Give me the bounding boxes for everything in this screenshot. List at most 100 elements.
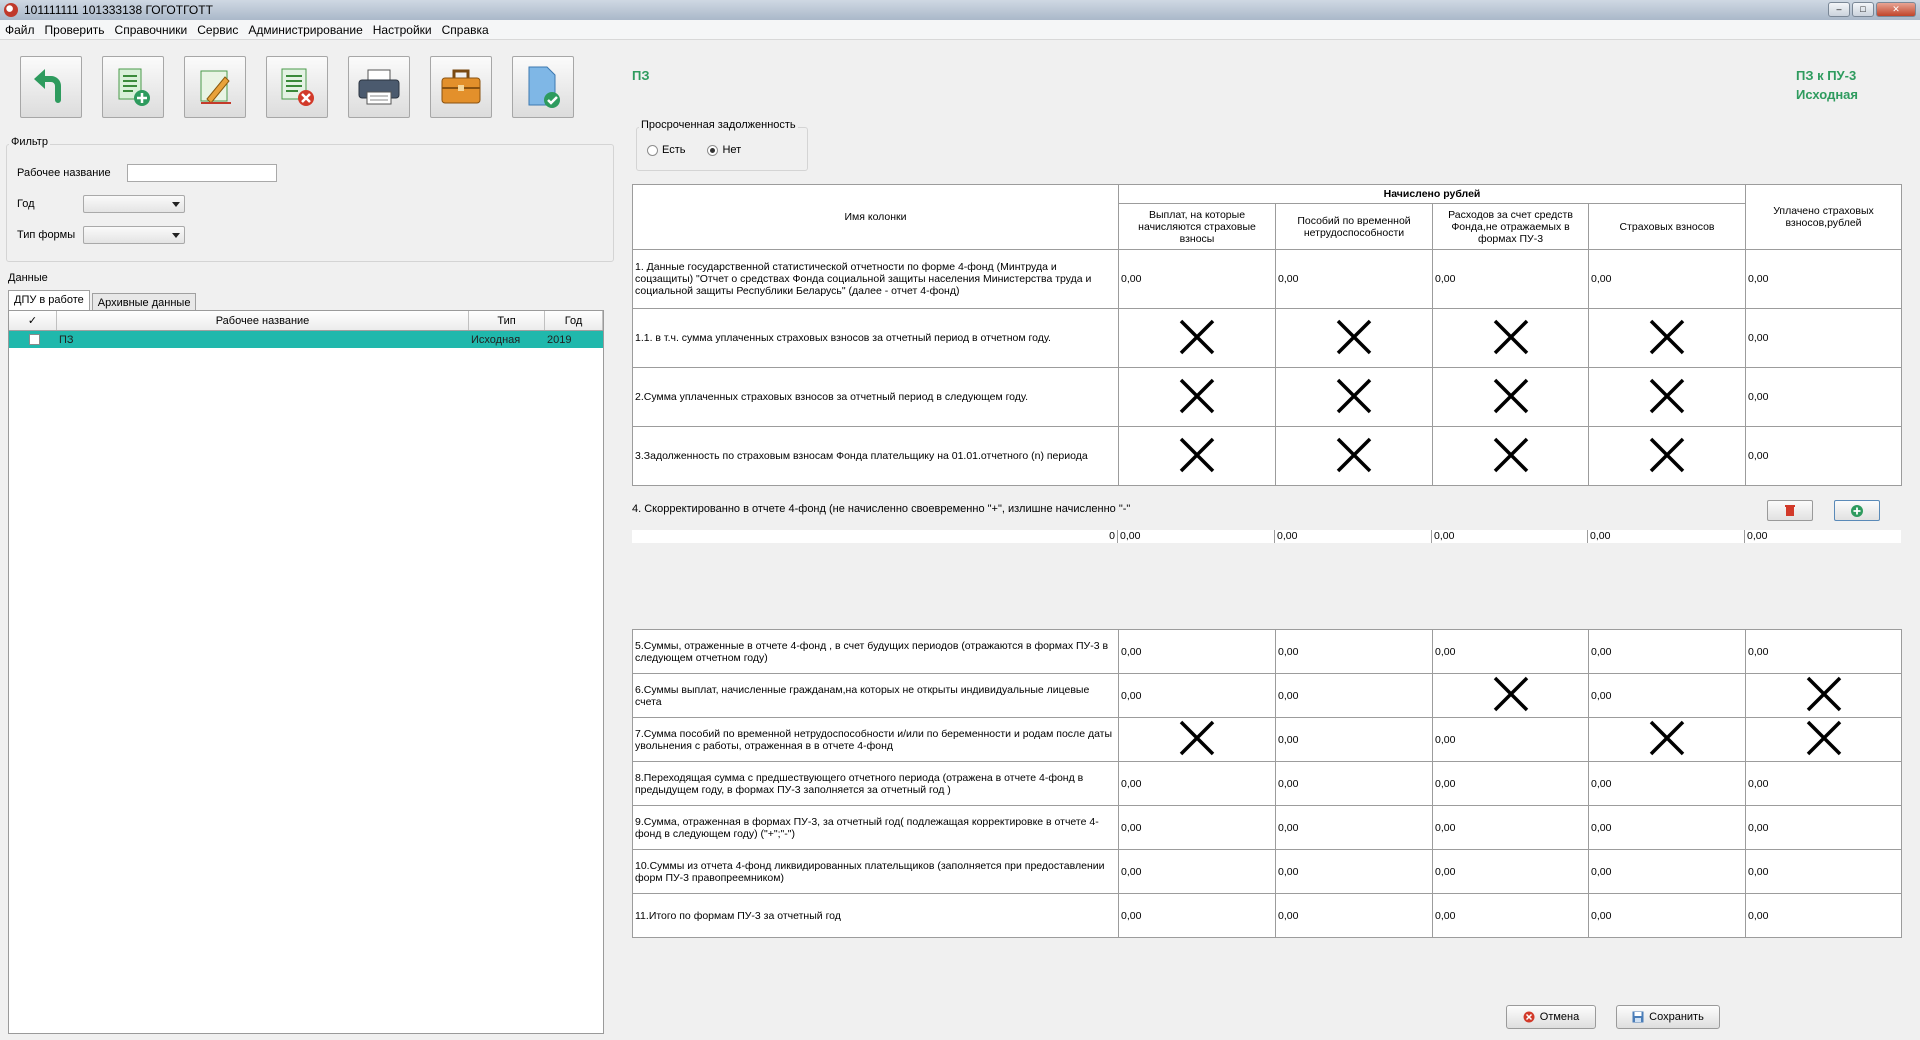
row4-cell[interactable]: 0,00 (1275, 530, 1432, 543)
value-cell[interactable]: 0,00 (1432, 249, 1589, 309)
row-label: 10.Суммы из отчета 4-фонд ликвидированны… (632, 849, 1119, 894)
maximize-button[interactable]: □ (1852, 2, 1874, 17)
menu-service[interactable]: Сервис (192, 23, 243, 37)
header-payments: Выплат, на которые начисляются страховые… (1118, 203, 1276, 250)
table-row: 10.Суммы из отчета 4-фонд ликвидированны… (632, 849, 1902, 894)
value-cell[interactable]: 0,00 (1588, 249, 1746, 309)
value-cell[interactable]: 0,00 (1745, 629, 1902, 674)
value-cell[interactable]: 0,00 (1275, 629, 1433, 674)
save-button[interactable]: Сохранить (1616, 1005, 1720, 1029)
menu-help[interactable]: Справка (437, 23, 494, 37)
value-cell[interactable]: 0,00 (1745, 249, 1902, 309)
cross-icon (1179, 319, 1215, 354)
value-cell[interactable]: 0,00 (1432, 761, 1589, 806)
cross-icon (1493, 676, 1528, 712)
data-tabs: ДПУ в работе Архивные данные (8, 290, 198, 311)
print-button[interactable] (348, 56, 410, 118)
value-cell[interactable]: 0,00 (1588, 893, 1746, 938)
row-label: 6.Суммы выплат, начисленные гражданам,на… (632, 673, 1119, 718)
archive-button[interactable] (430, 56, 492, 118)
value-cell[interactable]: 0,00 (1275, 893, 1433, 938)
value-cell[interactable]: 0,00 (1745, 308, 1902, 368)
value-cell[interactable]: 0,00 (1588, 849, 1746, 894)
menu-settings[interactable]: Настройки (368, 23, 437, 37)
value-cell[interactable]: 0,00 (1745, 761, 1902, 806)
edit-document-icon (200, 70, 231, 104)
value-cell[interactable]: 0,00 (1118, 893, 1276, 938)
back-button[interactable] (20, 56, 82, 118)
row4-first-value[interactable]: 0 (632, 530, 1118, 543)
menu-administration[interactable]: Администрирование (243, 23, 367, 37)
value-cell[interactable]: 0,00 (1745, 426, 1902, 486)
value-cell[interactable]: 0,00 (1432, 805, 1589, 850)
value-cell[interactable]: 0,00 (1118, 629, 1276, 674)
col-year[interactable]: Год (545, 311, 603, 330)
value-cell[interactable]: 0,00 (1118, 249, 1276, 309)
filter-group: Фильтр Рабочее название Год Тип формы (6, 136, 614, 262)
col-check[interactable]: ✓ (9, 311, 57, 330)
value-cell[interactable]: 0,00 (1432, 893, 1589, 938)
value-cell[interactable]: 0,00 (1588, 629, 1746, 674)
value-cell[interactable]: 0,00 (1432, 849, 1589, 894)
col-work-name[interactable]: Рабочее название (57, 311, 469, 330)
app-icon (4, 3, 18, 17)
radio-on-icon (707, 144, 719, 156)
value-cell[interactable]: 0,00 (1275, 849, 1433, 894)
value-cell[interactable]: 0,00 (1745, 849, 1902, 894)
value-cell[interactable]: 0,00 (1588, 805, 1746, 850)
value-cell[interactable]: 0,00 (1118, 761, 1276, 806)
tab-archive[interactable]: Архивные данные (91, 293, 197, 311)
disabled-cell (1275, 308, 1433, 368)
minimize-button[interactable]: – (1828, 2, 1850, 17)
row4-cell[interactable]: 0,00 (1588, 530, 1745, 543)
table-row: 1.1. в т.ч. сумма уплаченных страховых в… (632, 308, 1902, 368)
validate-document-button[interactable] (512, 56, 574, 118)
disabled-cell (1588, 426, 1746, 486)
cross-icon (1806, 676, 1841, 712)
value-cell[interactable]: 0,00 (1745, 805, 1902, 850)
delete-document-button[interactable] (266, 56, 328, 118)
value-cell[interactable]: 0,00 (1275, 249, 1433, 309)
value-cell[interactable]: 0,00 (1118, 849, 1276, 894)
table-row: 6.Суммы выплат, начисленные гражданам,на… (632, 673, 1902, 718)
row-checkbox[interactable] (28, 334, 40, 345)
overdue-no-radio[interactable]: Нет (707, 144, 741, 156)
table-row[interactable]: ПЗ Исходная 2019 (9, 331, 603, 348)
edit-document-button[interactable] (184, 56, 246, 118)
form-type-select[interactable] (83, 226, 185, 244)
cancel-icon (1523, 1011, 1535, 1023)
value-cell[interactable]: 0,00 (1745, 367, 1902, 427)
value-cell[interactable]: 0,00 (1432, 717, 1589, 762)
chevron-down-icon (172, 233, 180, 238)
value-cell[interactable]: 0,00 (1118, 673, 1276, 718)
add-row-button[interactable] (1834, 500, 1880, 521)
menu-file[interactable]: Файл (0, 23, 40, 37)
menu-check[interactable]: Проверить (40, 23, 110, 37)
tab-in-work[interactable]: ДПУ в работе (8, 290, 90, 311)
overdue-yes-radio[interactable]: Есть (647, 144, 685, 156)
year-select[interactable] (83, 195, 185, 213)
value-cell[interactable]: 0,00 (1745, 893, 1902, 938)
value-cell[interactable]: 0,00 (1275, 761, 1433, 806)
close-button[interactable]: ✕ (1876, 2, 1916, 17)
check-document-icon (528, 66, 560, 108)
menu-references[interactable]: Справочники (110, 23, 193, 37)
value-cell[interactable]: 0,00 (1588, 761, 1746, 806)
col-type[interactable]: Тип (469, 311, 545, 330)
row4-cell[interactable]: 0,00 (1118, 530, 1275, 543)
value-cell[interactable]: 0,00 (1275, 673, 1433, 718)
row4-cell[interactable]: 0,00 (1432, 530, 1588, 543)
value-cell[interactable]: 0,00 (1432, 629, 1589, 674)
value-cell[interactable]: 0,00 (1588, 673, 1746, 718)
row4-cell[interactable]: 0,00 (1745, 530, 1901, 543)
disabled-cell (1118, 717, 1276, 762)
overdue-no-label: Нет (722, 144, 742, 156)
value-cell[interactable]: 0,00 (1118, 805, 1276, 850)
work-name-input[interactable] (127, 164, 277, 182)
value-cell[interactable]: 0,00 (1275, 717, 1433, 762)
cross-icon (1806, 720, 1841, 756)
delete-row-button[interactable] (1767, 500, 1813, 521)
cancel-button[interactable]: Отмена (1506, 1005, 1596, 1029)
add-document-button[interactable] (102, 56, 164, 118)
value-cell[interactable]: 0,00 (1275, 805, 1433, 850)
